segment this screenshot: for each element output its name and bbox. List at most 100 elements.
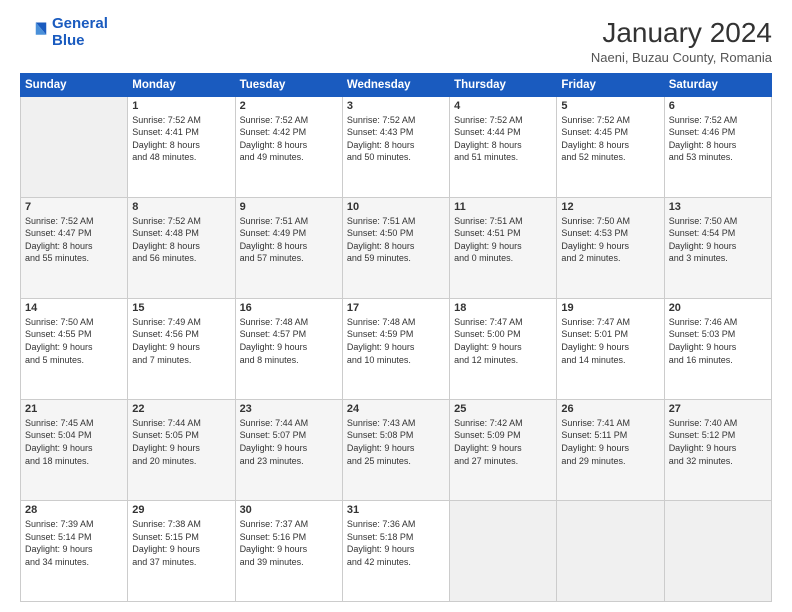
calendar-cell bbox=[664, 500, 771, 601]
day-info: Sunrise: 7:50 AM Sunset: 4:55 PM Dayligh… bbox=[25, 316, 123, 366]
logo-text: General Blue bbox=[52, 16, 108, 49]
calendar-cell: 16 Sunrise: 7:48 AM Sunset: 4:57 PM Dayli… bbox=[235, 298, 342, 399]
calendar-cell: 22 Sunrise: 7:44 AM Sunset: 5:05 PM Dayli… bbox=[128, 399, 235, 500]
day-info: Sunrise: 7:51 AM Sunset: 4:50 PM Dayligh… bbox=[347, 215, 445, 265]
weekday-header-tuesday: Tuesday bbox=[235, 73, 342, 96]
calendar-cell: 10Sunrise: 7:51 AM Sunset: 4:50 PM Dayli… bbox=[342, 197, 449, 298]
week-row-2: 7 Sunrise: 7:52 AM Sunset: 4:47 PM Daylig… bbox=[21, 197, 772, 298]
main-title: January 2024 bbox=[591, 16, 772, 50]
calendar-cell: 20 Sunrise: 7:46 AM Sunset: 5:03 PM Dayli… bbox=[664, 298, 771, 399]
day-number: 12 bbox=[561, 201, 659, 213]
day-info: Sunrise: 7:52 AM Sunset: 4:46 PM Dayligh… bbox=[669, 114, 767, 164]
calendar-cell: 26 Sunrise: 7:41 AM Sunset: 5:11 PM Dayli… bbox=[557, 399, 664, 500]
day-number: 3 bbox=[347, 100, 445, 112]
calendar-cell: 30 Sunrise: 7:37 AM Sunset: 5:16 PM Dayli… bbox=[235, 500, 342, 601]
day-number: 23 bbox=[240, 403, 338, 415]
day-number: 21 bbox=[25, 403, 123, 415]
calendar-cell bbox=[450, 500, 557, 601]
weekday-header-sunday: Sunday bbox=[21, 73, 128, 96]
day-info: Sunrise: 7:52 AM Sunset: 4:42 PM Dayligh… bbox=[240, 114, 338, 164]
day-info: Sunrise: 7:47 AM Sunset: 5:00 PM Dayligh… bbox=[454, 316, 552, 366]
day-info: Sunrise: 7:52 AM Sunset: 4:43 PM Dayligh… bbox=[347, 114, 445, 164]
day-info: Sunrise: 7:42 AM Sunset: 5:09 PM Dayligh… bbox=[454, 417, 552, 467]
calendar-cell: 24 Sunrise: 7:43 AM Sunset: 5:08 PM Dayli… bbox=[342, 399, 449, 500]
day-info: Sunrise: 7:47 AM Sunset: 5:01 PM Dayligh… bbox=[561, 316, 659, 366]
calendar-cell: 9 Sunrise: 7:51 AM Sunset: 4:49 PM Daylig… bbox=[235, 197, 342, 298]
weekday-header-thursday: Thursday bbox=[450, 73, 557, 96]
day-info: Sunrise: 7:44 AM Sunset: 5:05 PM Dayligh… bbox=[132, 417, 230, 467]
calendar-cell: 27Sunrise: 7:40 AM Sunset: 5:12 PM Dayli… bbox=[664, 399, 771, 500]
day-info: Sunrise: 7:38 AM Sunset: 5:15 PM Dayligh… bbox=[132, 518, 230, 568]
day-number: 1 bbox=[132, 100, 230, 112]
calendar-cell: 17 Sunrise: 7:48 AM Sunset: 4:59 PM Dayli… bbox=[342, 298, 449, 399]
day-number: 6 bbox=[669, 100, 767, 112]
calendar-cell: 6 Sunrise: 7:52 AM Sunset: 4:46 PM Daylig… bbox=[664, 96, 771, 197]
calendar-cell: 25 Sunrise: 7:42 AM Sunset: 5:09 PM Dayli… bbox=[450, 399, 557, 500]
calendar-cell bbox=[557, 500, 664, 601]
day-number: 16 bbox=[240, 302, 338, 314]
week-row-3: 14 Sunrise: 7:50 AM Sunset: 4:55 PM Dayli… bbox=[21, 298, 772, 399]
day-number: 13 bbox=[669, 201, 767, 213]
calendar-cell: 4 Sunrise: 7:52 AM Sunset: 4:44 PM Daylig… bbox=[450, 96, 557, 197]
day-info: Sunrise: 7:36 AM Sunset: 5:18 PM Dayligh… bbox=[347, 518, 445, 568]
day-number: 24 bbox=[347, 403, 445, 415]
day-number: 26 bbox=[561, 403, 659, 415]
day-number: 30 bbox=[240, 504, 338, 516]
day-info: Sunrise: 7:41 AM Sunset: 5:11 PM Dayligh… bbox=[561, 417, 659, 467]
day-info: Sunrise: 7:50 AM Sunset: 4:54 PM Dayligh… bbox=[669, 215, 767, 265]
title-block: January 2024 Naeni, Buzau County, Romani… bbox=[591, 16, 772, 65]
day-number: 27 bbox=[669, 403, 767, 415]
day-info: Sunrise: 7:37 AM Sunset: 5:16 PM Dayligh… bbox=[240, 518, 338, 568]
day-number: 8 bbox=[132, 201, 230, 213]
calendar-cell: 29 Sunrise: 7:38 AM Sunset: 5:15 PM Dayli… bbox=[128, 500, 235, 601]
weekday-header-friday: Friday bbox=[557, 73, 664, 96]
day-number: 4 bbox=[454, 100, 552, 112]
weekday-header-wednesday: Wednesday bbox=[342, 73, 449, 96]
calendar-cell: 13 Sunrise: 7:50 AM Sunset: 4:54 PM Dayli… bbox=[664, 197, 771, 298]
day-number: 22 bbox=[132, 403, 230, 415]
day-info: Sunrise: 7:39 AM Sunset: 5:14 PM Dayligh… bbox=[25, 518, 123, 568]
calendar-cell: 23 Sunrise: 7:44 AM Sunset: 5:07 PM Dayli… bbox=[235, 399, 342, 500]
day-info: Sunrise: 7:44 AM Sunset: 5:07 PM Dayligh… bbox=[240, 417, 338, 467]
page: General Blue January 2024 Naeni, Buzau C… bbox=[0, 0, 792, 612]
day-info: Sunrise: 7:51 AM Sunset: 4:49 PM Dayligh… bbox=[240, 215, 338, 265]
day-number: 14 bbox=[25, 302, 123, 314]
day-info: Sunrise: 7:52 AM Sunset: 4:45 PM Dayligh… bbox=[561, 114, 659, 164]
day-number: 9 bbox=[240, 201, 338, 213]
calendar-cell: 18 Sunrise: 7:47 AM Sunset: 5:00 PM Dayli… bbox=[450, 298, 557, 399]
logo: General Blue bbox=[20, 16, 108, 49]
calendar-cell: 31Sunrise: 7:36 AM Sunset: 5:18 PM Dayli… bbox=[342, 500, 449, 601]
day-number: 19 bbox=[561, 302, 659, 314]
calendar-cell bbox=[21, 96, 128, 197]
day-number: 29 bbox=[132, 504, 230, 516]
calendar-cell: 2 Sunrise: 7:52 AM Sunset: 4:42 PM Daylig… bbox=[235, 96, 342, 197]
day-number: 7 bbox=[25, 201, 123, 213]
day-info: Sunrise: 7:46 AM Sunset: 5:03 PM Dayligh… bbox=[669, 316, 767, 366]
subtitle: Naeni, Buzau County, Romania bbox=[591, 50, 772, 65]
day-number: 2 bbox=[240, 100, 338, 112]
calendar-cell: 19 Sunrise: 7:47 AM Sunset: 5:01 PM Dayli… bbox=[557, 298, 664, 399]
day-info: Sunrise: 7:50 AM Sunset: 4:53 PM Dayligh… bbox=[561, 215, 659, 265]
day-info: Sunrise: 7:52 AM Sunset: 4:48 PM Dayligh… bbox=[132, 215, 230, 265]
day-info: Sunrise: 7:43 AM Sunset: 5:08 PM Dayligh… bbox=[347, 417, 445, 467]
calendar-cell: 7 Sunrise: 7:52 AM Sunset: 4:47 PM Daylig… bbox=[21, 197, 128, 298]
day-info: Sunrise: 7:48 AM Sunset: 4:59 PM Dayligh… bbox=[347, 316, 445, 366]
week-row-1: 1 Sunrise: 7:52 AM Sunset: 4:41 PM Daylig… bbox=[21, 96, 772, 197]
day-info: Sunrise: 7:52 AM Sunset: 4:44 PM Dayligh… bbox=[454, 114, 552, 164]
day-number: 28 bbox=[25, 504, 123, 516]
day-number: 18 bbox=[454, 302, 552, 314]
day-number: 11 bbox=[454, 201, 552, 213]
calendar-cell: 1 Sunrise: 7:52 AM Sunset: 4:41 PM Daylig… bbox=[128, 96, 235, 197]
day-number: 20 bbox=[669, 302, 767, 314]
week-row-4: 21Sunrise: 7:45 AM Sunset: 5:04 PM Dayli… bbox=[21, 399, 772, 500]
day-number: 25 bbox=[454, 403, 552, 415]
day-info: Sunrise: 7:48 AM Sunset: 4:57 PM Dayligh… bbox=[240, 316, 338, 366]
calendar-cell: 8 Sunrise: 7:52 AM Sunset: 4:48 PM Daylig… bbox=[128, 197, 235, 298]
calendar-cell: 21Sunrise: 7:45 AM Sunset: 5:04 PM Dayli… bbox=[21, 399, 128, 500]
day-info: Sunrise: 7:52 AM Sunset: 4:47 PM Dayligh… bbox=[25, 215, 123, 265]
day-number: 17 bbox=[347, 302, 445, 314]
weekday-header-monday: Monday bbox=[128, 73, 235, 96]
calendar-cell: 5Sunrise: 7:52 AM Sunset: 4:45 PM Daylig… bbox=[557, 96, 664, 197]
day-number: 15 bbox=[132, 302, 230, 314]
day-info: Sunrise: 7:52 AM Sunset: 4:41 PM Dayligh… bbox=[132, 114, 230, 164]
